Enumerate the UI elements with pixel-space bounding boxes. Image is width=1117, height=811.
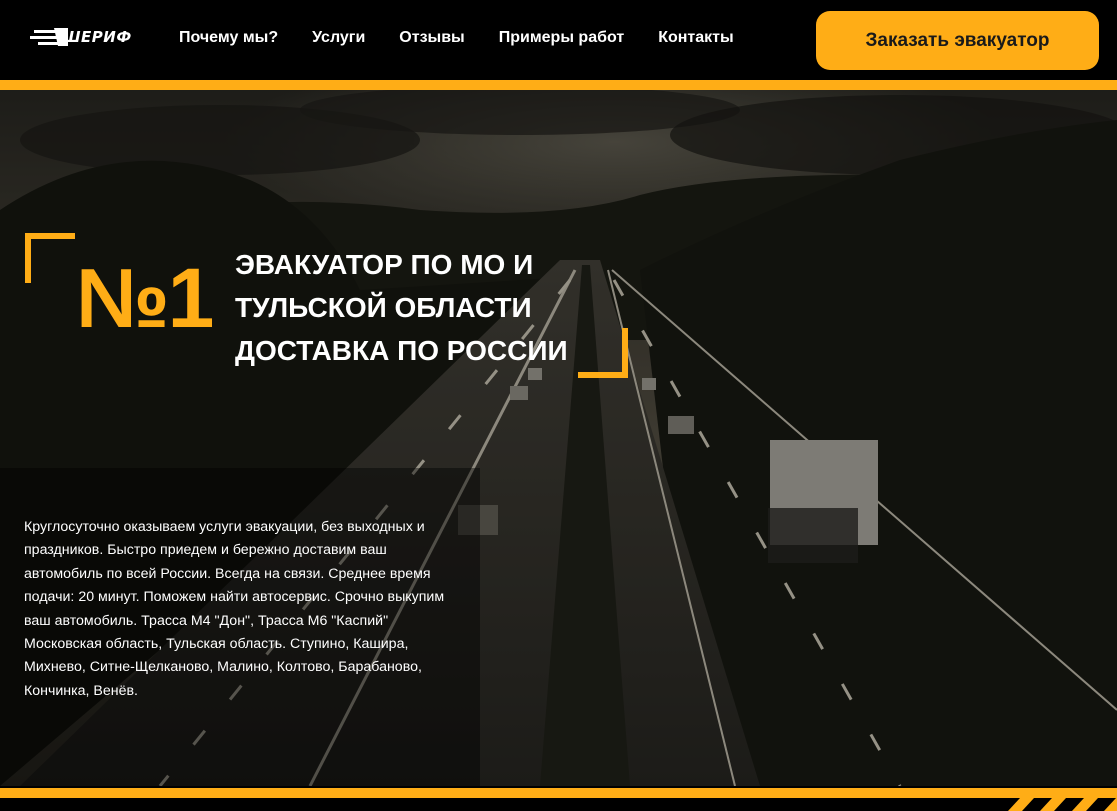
nav-services[interactable]: Услуги bbox=[312, 29, 365, 47]
hero-description: Круглосуточно оказываем услуги эвакуации… bbox=[24, 519, 445, 699]
nav-why-us[interactable]: Почему мы? bbox=[179, 29, 278, 47]
accent-stripe-top bbox=[0, 80, 1117, 90]
headline-line-2: ТУЛЬСКОЙ ОБЛАСТИ bbox=[235, 292, 532, 323]
headline-line-3: ДОСТАВКА ПО РОССИИ bbox=[235, 335, 568, 366]
bracket-top-left bbox=[25, 233, 75, 283]
header: ШЕРИФ Почему мы? Услуги Отзывы Примеры р… bbox=[0, 0, 1117, 80]
accent-stripe-bottom bbox=[0, 788, 1117, 798]
hazard-stripes-icon bbox=[1000, 798, 1117, 811]
rank-number: №1 bbox=[76, 251, 214, 345]
brand-name: ШЕРИФ bbox=[62, 28, 132, 46]
order-tow-truck-button[interactable]: Заказать эвакуатор bbox=[816, 11, 1099, 70]
hero-headline: ЭВАКУАТОР ПО МО И ТУЛЬСКОЙ ОБЛАСТИ ДОСТА… bbox=[235, 243, 615, 372]
nav-contacts[interactable]: Контакты bbox=[658, 29, 733, 47]
logo[interactable]: ШЕРИФ bbox=[28, 22, 132, 52]
headline-line-1: ЭВАКУАТОР ПО МО И bbox=[235, 249, 534, 280]
nav-portfolio[interactable]: Примеры работ bbox=[499, 29, 625, 47]
speed-lines-icon bbox=[28, 24, 70, 50]
main-nav: Почему мы? Услуги Отзывы Примеры работ К… bbox=[162, 29, 751, 47]
nav-reviews[interactable]: Отзывы bbox=[399, 29, 464, 47]
